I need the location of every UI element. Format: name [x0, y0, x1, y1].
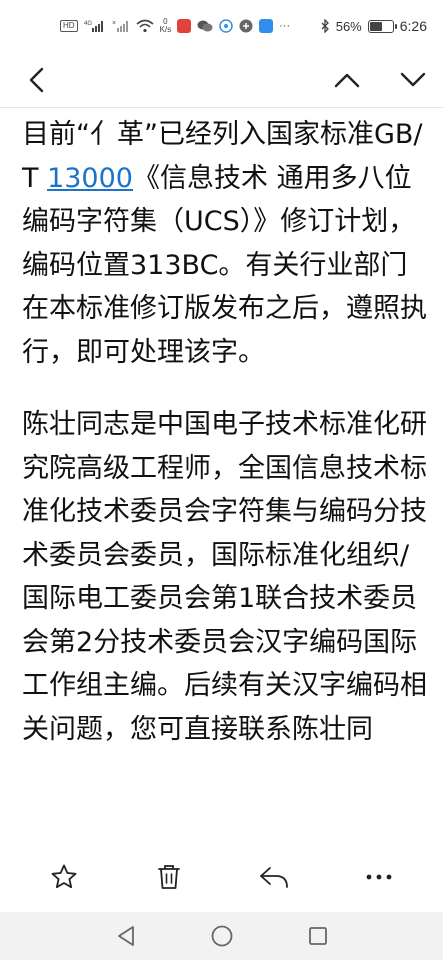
hd-icon: HD — [60, 20, 78, 32]
reply-icon — [259, 867, 288, 888]
recents-square-icon — [308, 927, 327, 945]
svg-text:4G: 4G — [84, 21, 92, 27]
clock: 6:26 — [399, 18, 427, 34]
message-body[interactable]: 目前“亻革”已经列入国家标准GB/T 13000《信息技术 通用多八位编码字符集… — [0, 109, 443, 842]
nav-back-button[interactable] — [111, 921, 141, 951]
nav-home-button[interactable] — [207, 921, 237, 951]
home-circle-icon — [211, 925, 232, 947]
chevron-left-icon — [29, 67, 44, 92]
previous-message-button[interactable] — [329, 62, 365, 98]
reply-button[interactable] — [250, 853, 298, 901]
delete-button[interactable] — [145, 853, 193, 901]
more-dots-icon: ··· — [279, 20, 291, 32]
search-app-icon — [259, 19, 274, 33]
battery-icon — [367, 19, 397, 33]
app-icon-gray — [239, 19, 253, 33]
svg-text:×: × — [112, 20, 116, 27]
app-icon-red — [177, 19, 192, 33]
next-message-button[interactable] — [395, 62, 431, 98]
battery-fill — [369, 21, 382, 31]
back-button[interactable] — [18, 62, 54, 98]
wifi-icon — [136, 19, 154, 33]
nav-recents-button[interactable] — [303, 921, 333, 951]
more-icon — [366, 874, 392, 880]
chevron-up-icon — [334, 73, 360, 87]
status-icons-left: HD 4G × 0 K/s ··· — [60, 18, 290, 34]
battery-percent: 56% — [335, 18, 362, 34]
back-triangle-icon — [117, 926, 134, 946]
status-bar: HD 4G × 0 K/s ··· 56% 6:26 — [0, 0, 443, 52]
star-icon — [51, 864, 77, 889]
article-paragraph-1: 目前“亻革”已经列入国家标准GB/T 13000《信息技术 通用多八位编码字符集… — [22, 113, 429, 374]
wechat-icon — [197, 19, 213, 33]
favorite-button[interactable] — [40, 853, 88, 901]
more-options-button[interactable] — [355, 853, 403, 901]
top-toolbar — [0, 52, 443, 108]
signal-4g-icon: 4G — [84, 19, 106, 33]
trash-icon — [158, 865, 181, 889]
bluetooth-icon — [320, 19, 330, 33]
signal-icon: × — [112, 19, 130, 33]
article-paragraph-2: 陈壮同志是中国电子技术标准化研究院高级工程师，全国信息技术标准化技术委员会字符集… — [22, 409, 427, 745]
toolbar-nav-group — [329, 62, 431, 98]
app-icon-blue — [219, 19, 233, 33]
bottom-action-bar — [0, 842, 443, 912]
speed-icon: 0 K/s — [159, 17, 172, 34]
chevron-down-icon — [400, 72, 426, 86]
status-icons-right: 56% 6:26 — [320, 18, 427, 34]
system-navigation-bar — [0, 912, 443, 960]
standard-link[interactable]: 13000 — [47, 163, 133, 194]
